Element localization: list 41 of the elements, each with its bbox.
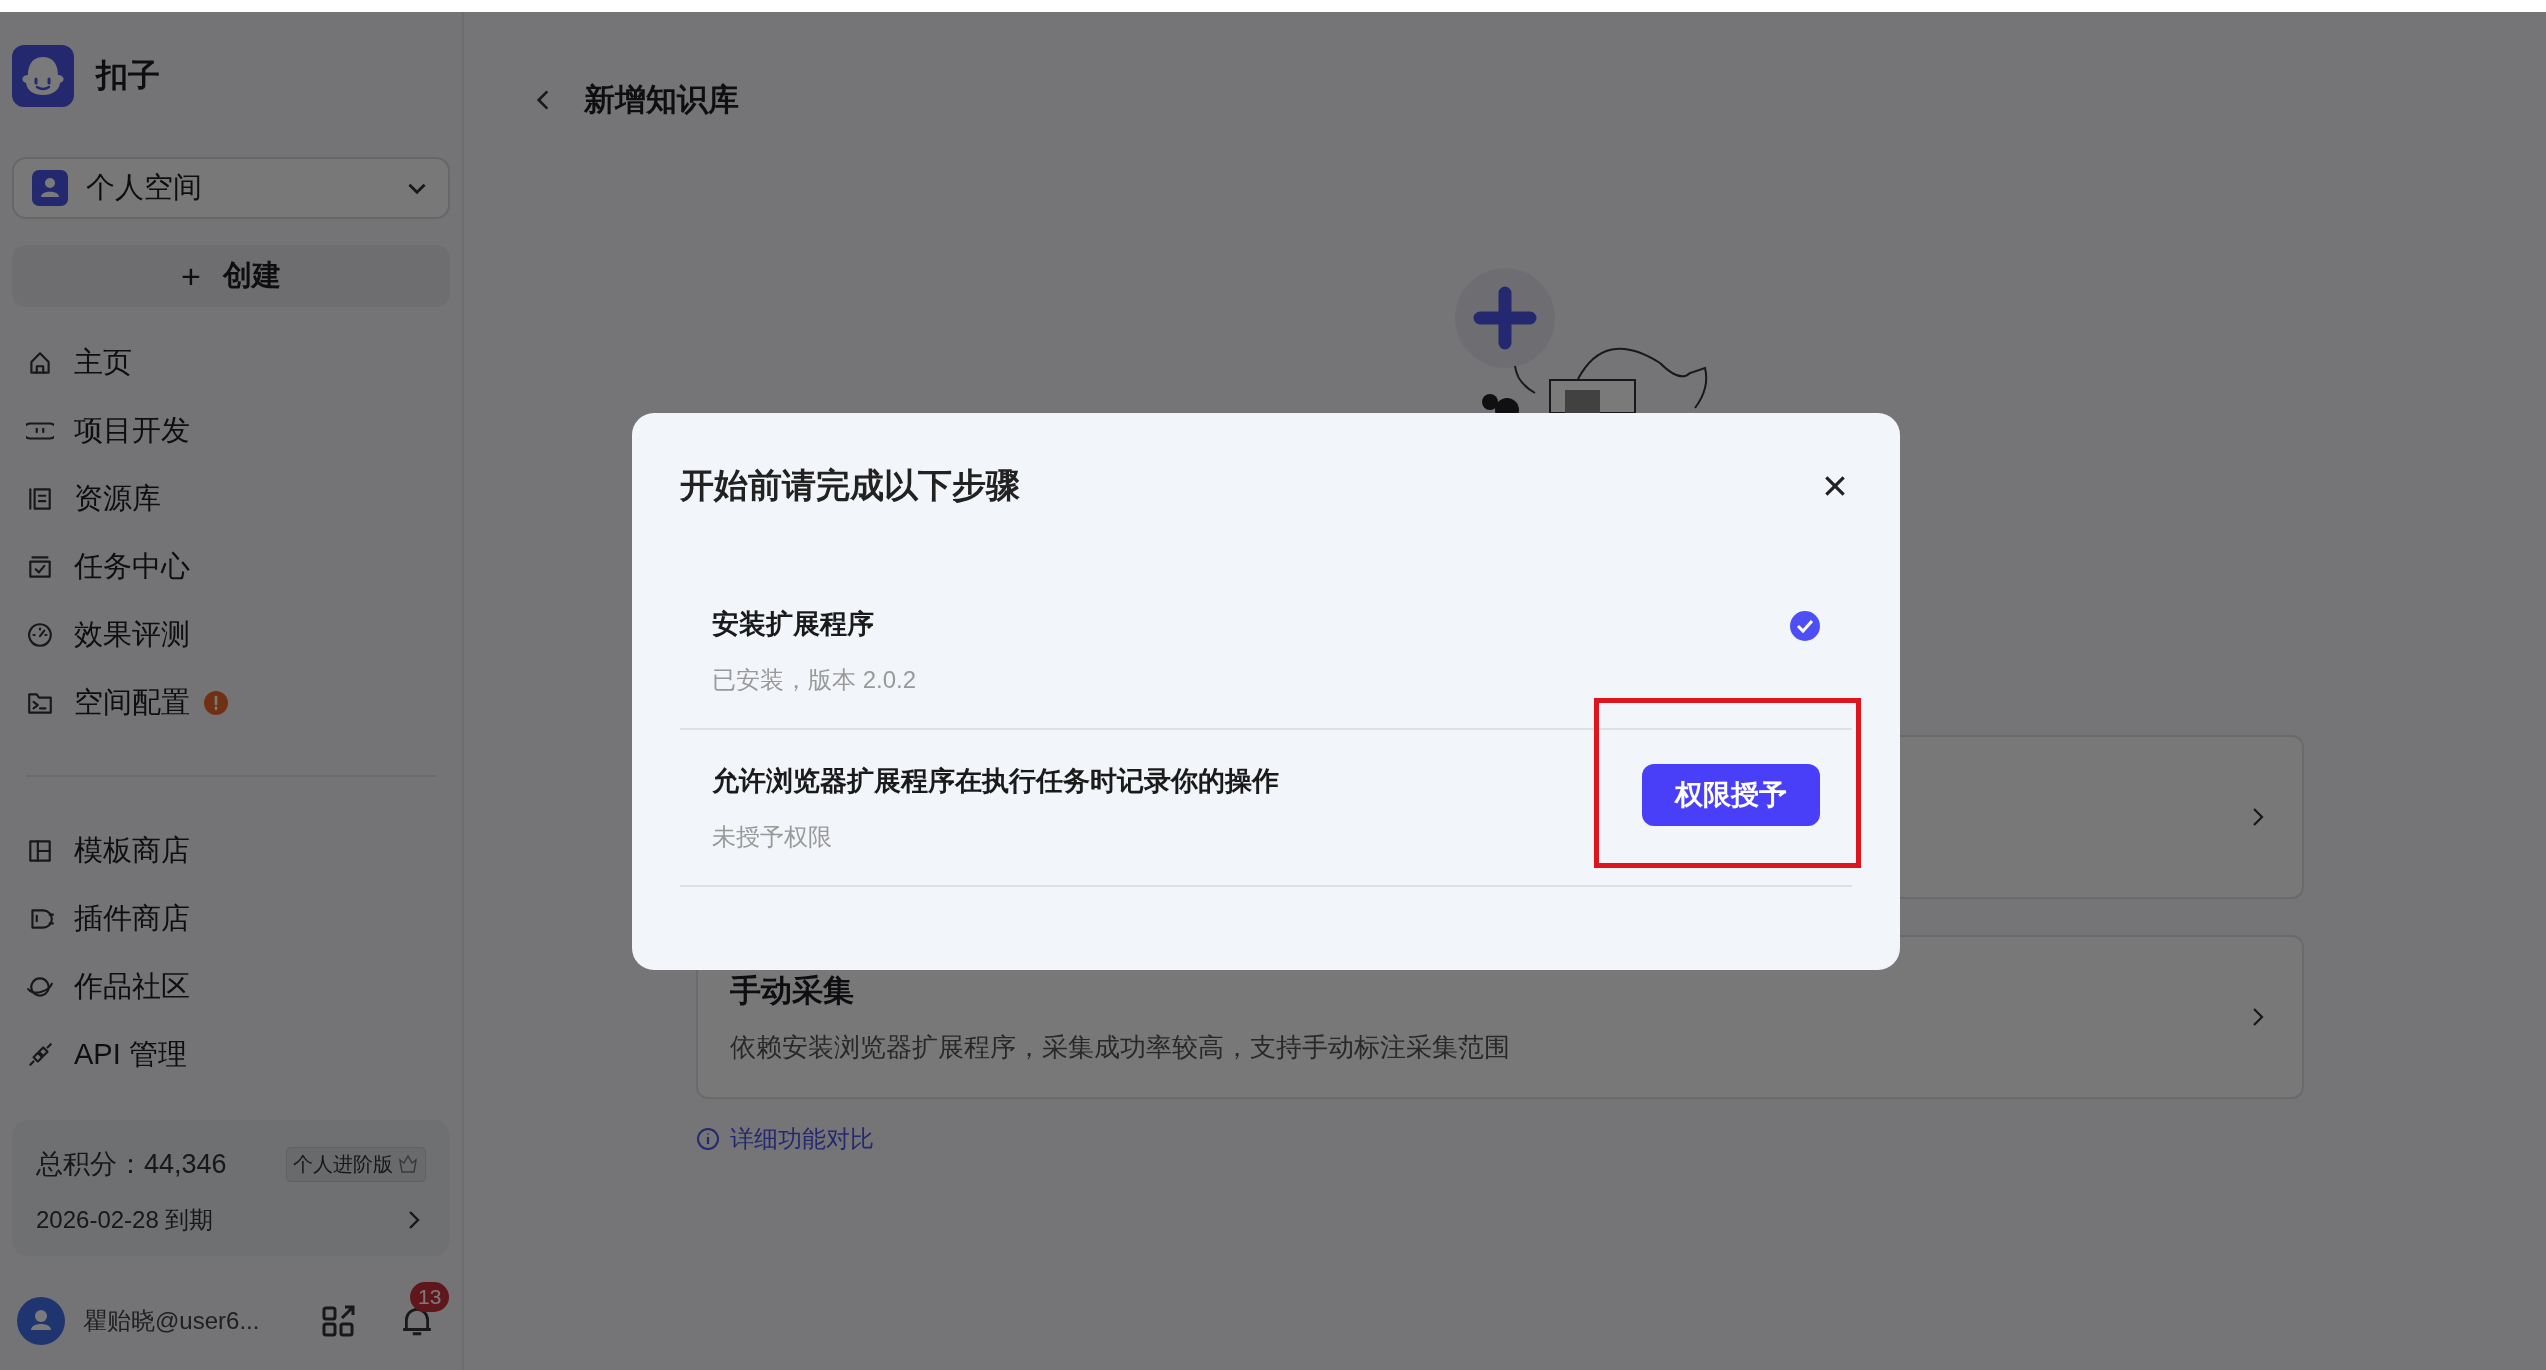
link-icon [26, 1041, 54, 1069]
document-icon [26, 485, 54, 513]
workspace-dropdown[interactable]: 个人空间 [12, 157, 450, 219]
step-status: 未授予权限 [712, 821, 833, 852]
apps-grid-icon[interactable] [322, 1304, 356, 1338]
sidebar-item[interactable]: 资源库 [12, 465, 450, 533]
sidebar-item[interactable]: 插件商店 [12, 885, 450, 953]
dialog-title: 开始前请完成以下步骤 [680, 465, 1020, 506]
option-description: 依赖安装浏览器扩展程序，采集成功率较高，支持手动标注采集范围 [730, 1030, 1511, 1064]
step-status: 已安装，版本 2.0.2 [712, 664, 918, 695]
step-title: 安装扩展程序 [712, 607, 875, 641]
create-button[interactable]: + 创建 [12, 245, 450, 307]
person-icon [32, 170, 68, 206]
close-icon[interactable] [1822, 473, 1848, 499]
credits-total: 总积分：44,346 [36, 1148, 227, 1181]
sidebar-item[interactable]: 效果评测 [12, 601, 450, 669]
mascot-logo-icon [12, 45, 74, 107]
avatar[interactable] [17, 1297, 65, 1345]
sidebar-item[interactable]: 空间配置 [12, 669, 450, 737]
notification-count: 13 [410, 1282, 450, 1312]
credits-card[interactable]: 总积分：44,346 个人进阶版 2026-02-28 到期 [12, 1120, 450, 1256]
expiry-date: 2026-02-28 到期 [36, 1205, 214, 1235]
app-name: 扣子 [96, 56, 160, 95]
crown-icon [397, 1153, 419, 1175]
page-title: 新增知识库 [584, 81, 739, 119]
step-title: 允许浏览器扩展程序在执行任务时记录你的操作 [712, 764, 1280, 798]
sidebar-item[interactable]: 任务中心 [12, 533, 450, 601]
plan-tag: 个人进阶版 [286, 1146, 426, 1182]
sidebar-item[interactable]: 模板商店 [12, 817, 450, 885]
info-icon [696, 1127, 720, 1151]
gauge-icon [26, 621, 54, 649]
grant-permission-button[interactable]: 权限授予 [1642, 763, 1820, 826]
user-name[interactable]: 瞿贻晓@user6... [83, 1305, 322, 1337]
sidebar-item[interactable]: 项目开发 [12, 397, 450, 465]
sidebar-item[interactable]: API 管理 [12, 1021, 450, 1089]
option-title: 手动采集 [730, 971, 855, 1010]
calendar-check-icon [26, 553, 54, 581]
sidebar-item[interactable]: 作品社区 [12, 953, 450, 1021]
sidebar-item[interactable]: 主页 [12, 329, 450, 397]
layout-icon [26, 837, 54, 865]
compare-link[interactable]: 详细功能对比 [730, 1123, 874, 1155]
